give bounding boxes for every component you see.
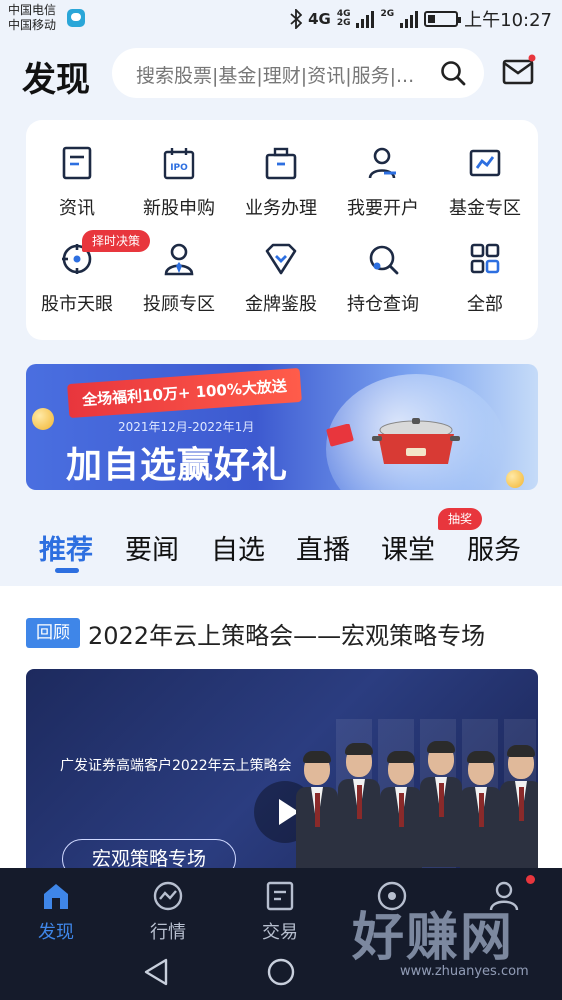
briefcase-icon <box>265 147 297 180</box>
shortcut-ipo[interactable]: IPO 新股申购 <box>128 122 230 219</box>
shortcut-open-account[interactable]: 我要开户 <box>332 122 434 219</box>
video-card[interactable]: 广发证券高端客户2022年云上策略会 宏观策略专场 <box>26 669 538 869</box>
network-type: 4G <box>308 10 331 28</box>
bluetooth-icon <box>290 9 303 29</box>
nav-label: 发现 <box>38 922 74 943</box>
banner-ribbon: 全场福利10万+ 100%大放送 <box>67 367 302 419</box>
network-type-small: 4G 2G <box>337 10 351 28</box>
speaker-photo <box>460 751 502 869</box>
mail-icon[interactable] <box>502 54 536 88</box>
shortcut-position[interactable]: 持仓查询 <box>332 218 434 315</box>
net-small-bottom: 2G <box>336 18 351 28</box>
status-time: 上午10:27 <box>464 10 552 31</box>
shortcut-label: 业务办理 <box>245 198 317 219</box>
content-tabs: 推荐 要闻 自选 直播 课堂 服务 抽奖 <box>0 508 562 586</box>
carrier-1: 中国电信 <box>8 3 57 17</box>
search-bar[interactable]: 搜索股票|基金|理财|资讯|服务|... <box>112 48 484 98</box>
nav-label: 交易 <box>262 922 298 943</box>
shortcut-label: 我要开户 <box>347 198 419 219</box>
grid-all-icon <box>470 243 500 274</box>
lottery-badge: 抽奖 <box>438 508 483 530</box>
status-indicators: 4G 4G 2G 2G 上午10:27 <box>290 6 552 32</box>
active-tab-indicator <box>55 568 79 573</box>
shortcut-label: 全部 <box>467 294 503 315</box>
nav-discover[interactable]: 发现 <box>0 868 112 944</box>
shortcut-label: 新股申购 <box>143 198 215 219</box>
fund-chart-icon <box>469 149 501 177</box>
shortcut-business[interactable]: 业务办理 <box>230 122 332 219</box>
banner-headline: 加自选赢好礼 <box>66 445 289 486</box>
home-button-icon[interactable] <box>265 956 297 988</box>
banner-date: 2021年12月-2022年1月 <box>118 420 255 434</box>
gold-diamond-icon <box>265 243 297 275</box>
video-topic-pill: 宏观策略专场 <box>62 839 236 869</box>
news-icon <box>62 146 92 180</box>
coin-decoration <box>506 470 524 488</box>
ipo-icon: IPO <box>163 148 195 180</box>
tab-live[interactable]: 直播 <box>296 528 350 567</box>
header: 发现 搜索股票|基金|理财|资讯|服务|... <box>0 38 562 108</box>
nav-label: 行情 <box>150 922 186 943</box>
shortcut-label: 持仓查询 <box>347 294 419 315</box>
tab-watchlist[interactable]: 自选 <box>211 528 265 567</box>
speaker-photo <box>296 751 338 869</box>
tab-classroom[interactable]: 课堂 <box>381 528 435 567</box>
market-trend-icon <box>153 881 183 911</box>
position-search-icon <box>369 245 399 275</box>
coin-decoration <box>32 408 54 430</box>
nav-trade[interactable]: 交易 <box>224 868 336 944</box>
shortcut-label: 投顾专区 <box>143 294 215 315</box>
feed-title[interactable]: 2022年云上策略会——宏观策略专场 <box>88 616 485 651</box>
shortcut-label: 股市天眼 <box>41 294 113 315</box>
watermark-url: www.zhuanyes.com <box>400 964 529 979</box>
shortcut-grid: 资讯 IPO 新股申购 业务办理 我要开户 基金专区 股市天眼 择时决策 投顾专… <box>26 120 538 340</box>
carrier-info: 中国电信 中国移动 <box>8 3 56 33</box>
status-bar: 中国电信 中国移动 4G 4G 2G 2G 上午10:27 <box>0 0 562 38</box>
feed: 回顾 2022年云上策略会——宏观策略专场 广发证券高端客户2022年云上策略会… <box>0 586 562 869</box>
red-envelope-icon <box>326 424 354 447</box>
open-account-icon <box>368 147 396 179</box>
shortcut-label: 基金专区 <box>449 198 521 219</box>
app-notification-icon <box>67 9 85 27</box>
tab-recommend[interactable]: 推荐 <box>39 528 93 567</box>
hotpot-gift-icon <box>372 418 460 464</box>
speaker-photo <box>420 741 462 867</box>
tab-news[interactable]: 要闻 <box>125 528 179 567</box>
nav-market[interactable]: 行情 <box>112 868 224 944</box>
home-icon <box>44 884 68 909</box>
speaker-photo <box>380 751 422 869</box>
search-icon[interactable] <box>440 60 466 86</box>
shortcut-fund[interactable]: 基金专区 <box>434 122 536 219</box>
signal-icon-2 <box>400 10 419 28</box>
back-icon[interactable] <box>140 956 172 988</box>
speaker-photo <box>500 745 538 869</box>
replay-tag: 回顾 <box>26 618 80 648</box>
speaker-photo <box>338 743 380 869</box>
promo-banner[interactable]: 全场福利10万+ 100%大放送 2021年12月-2022年1月 加自选赢好礼 <box>26 364 538 490</box>
ipo-icon-text: IPO <box>170 163 188 173</box>
profile-notification-dot <box>526 875 535 884</box>
trade-icon <box>266 881 294 911</box>
shortcut-all[interactable]: 全部 <box>434 218 536 315</box>
tab-service[interactable]: 服务 <box>467 528 521 567</box>
battery-icon <box>424 11 462 27</box>
shortcut-label: 资讯 <box>59 198 95 219</box>
signal-icon <box>356 10 375 28</box>
shortcut-gold-stock[interactable]: 金牌鉴股 <box>230 218 332 315</box>
carrier-2: 中国移动 <box>8 18 57 32</box>
shortcut-news[interactable]: 资讯 <box>26 122 128 219</box>
video-caption: 广发证券高端客户2022年云上策略会 <box>60 758 292 774</box>
shortcut-advisor[interactable]: 投顾专区 <box>128 218 230 315</box>
network-2g: 2G <box>380 10 394 28</box>
shortcut-label: 金牌鉴股 <box>245 294 317 315</box>
search-placeholder: 搜索股票|基金|理财|资讯|服务|... <box>136 65 415 87</box>
advisor-icon <box>164 243 194 276</box>
page-title: 发现 <box>22 60 90 100</box>
watermark-logo: 好赚网 <box>352 908 515 968</box>
